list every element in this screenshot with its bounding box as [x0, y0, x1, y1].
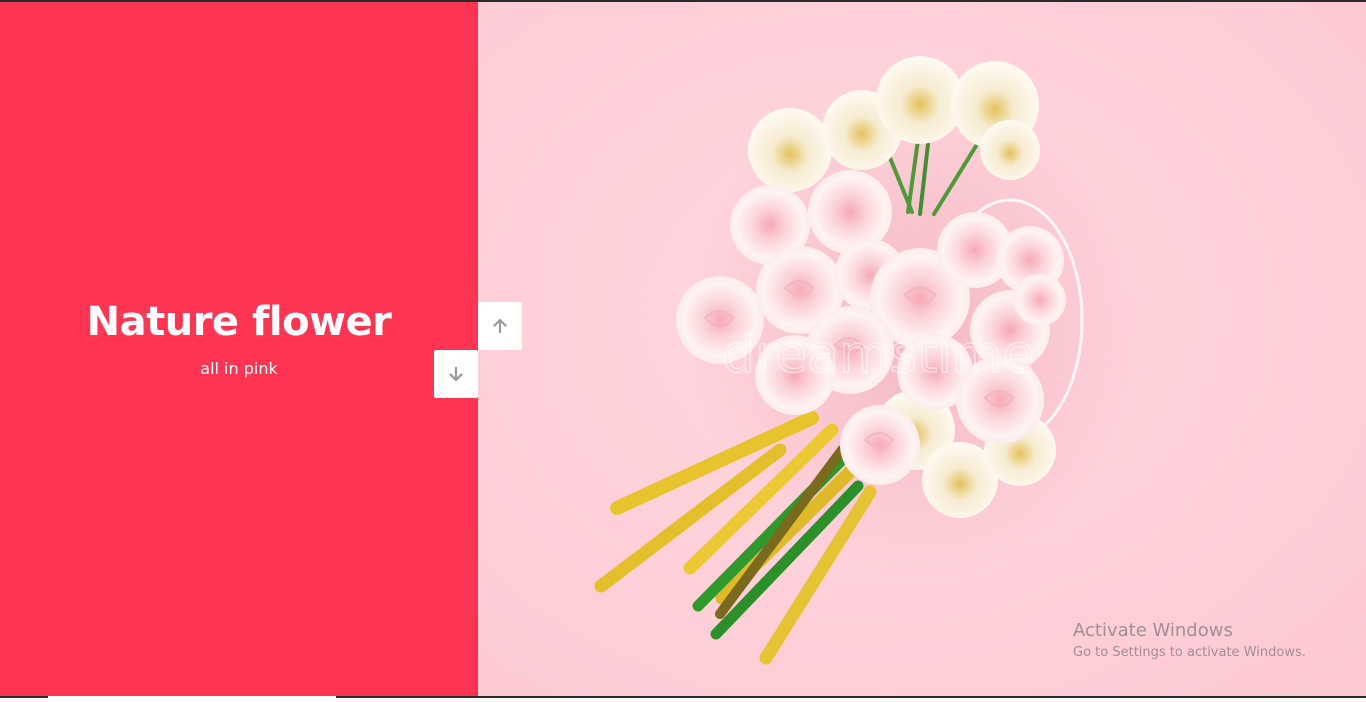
slide-text-panel: Nature flower all in pink: [0, 2, 478, 696]
slide-subtitle: all in pink: [200, 359, 278, 378]
image-watermark: dreamstime: [722, 325, 1034, 385]
slide-image-panel: dreamstime: [478, 2, 1366, 696]
slide-title: Nature flower: [86, 299, 392, 345]
activation-title: Activate Windows: [1073, 620, 1233, 641]
activation-subtitle: Go to Settings to activate Windows.: [1073, 645, 1306, 660]
windows-activation-notice: Activate Windows Go to Settings to activ…: [1073, 620, 1306, 662]
flower-bouquet-image: dreamstime: [594, 56, 1150, 665]
slide-up-button[interactable]: [478, 302, 522, 350]
slide-progress-indicator: [48, 696, 336, 698]
arrow-down-icon: [449, 366, 463, 382]
slide-down-button[interactable]: [434, 350, 478, 398]
arrow-up-icon: [493, 318, 507, 334]
